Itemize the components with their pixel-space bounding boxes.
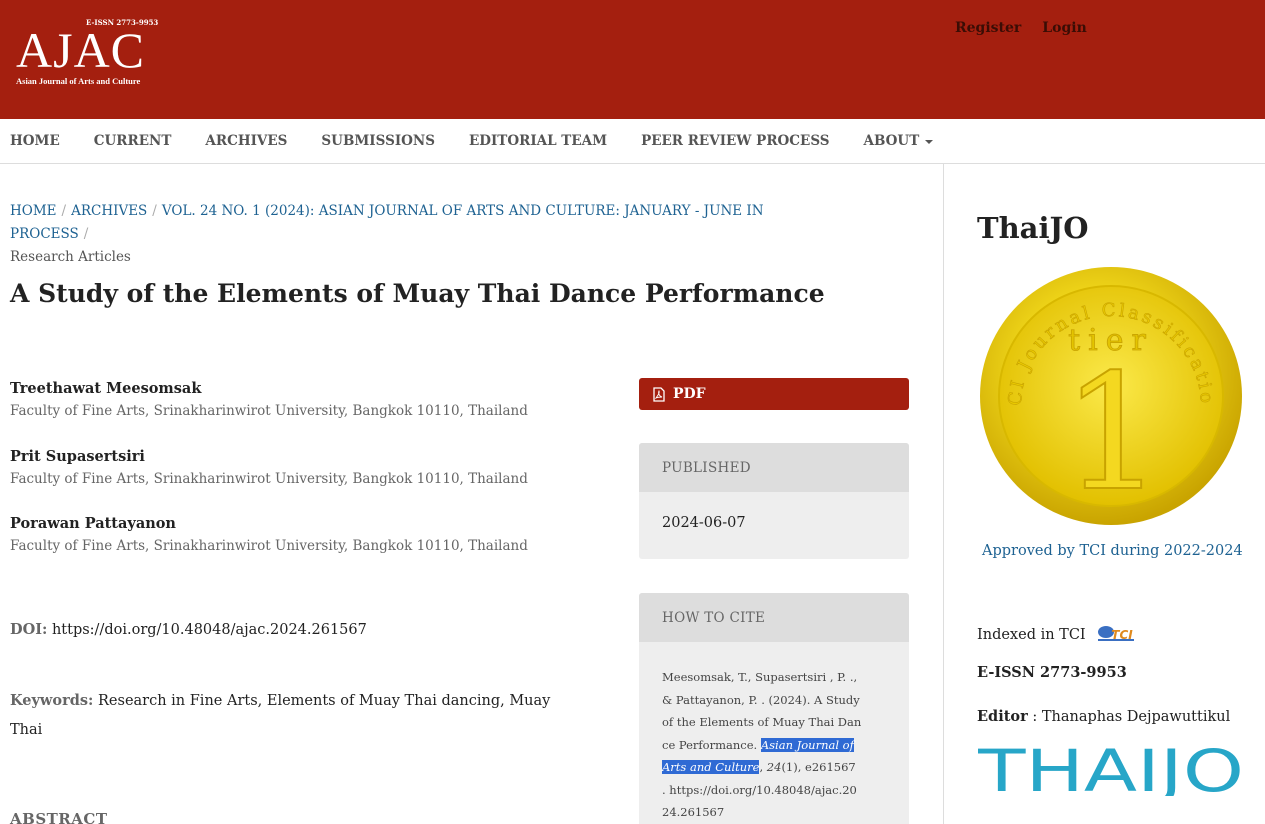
thaijo-logo[interactable]: THAIJO <box>978 744 1246 796</box>
author-name: Prit Supasertsiri <box>10 448 145 465</box>
tci-approved-link[interactable]: Approved by TCI during 2022-2024 <box>982 543 1243 559</box>
sidebar-title: ThaiJO <box>977 211 1089 245</box>
nav-archives[interactable]: ARCHIVES <box>205 133 287 149</box>
editor-separator: : <box>1027 709 1042 725</box>
breadcrumb-separator: / <box>61 203 67 219</box>
tci-logo-text: TCI <box>1111 628 1133 642</box>
author-affiliation: Faculty of Fine Arts, Srinakharinwirot U… <box>10 471 528 487</box>
nav-submissions[interactable]: SUBMISSIONS <box>321 133 435 149</box>
sidebar-divider <box>943 164 944 824</box>
keywords: Keywords: Research in Fine Arts, Element… <box>10 686 570 745</box>
logo-wordmark: AJAC <box>16 22 146 78</box>
ajac-logo[interactable]: E-ISSN 2773-9953 AJAC Asian Journal of A… <box>16 18 158 90</box>
citation-text[interactable]: Meesomsak, T., Supasertsiri , P. ., & Pa… <box>639 642 886 824</box>
nav-editorial-team[interactable]: EDITORIAL TEAM <box>469 133 607 149</box>
pdf-label: PDF <box>673 386 706 402</box>
site-header: E-ISSN 2773-9953 AJAC Asian Journal of A… <box>0 0 1265 119</box>
author-entry: Prit Supasertsiri Faculty of Fine Arts, … <box>10 446 570 490</box>
author-name: Porawan Pattayanon <box>10 515 176 532</box>
breadcrumb-current: Research Articles <box>10 249 131 265</box>
breadcrumb: HOME / ARCHIVES / VOL. 24 NO. 1 (2024): ASIA… <box>10 200 830 269</box>
register-link[interactable]: Register <box>955 20 1021 36</box>
breadcrumb-home[interactable]: HOME <box>10 203 57 219</box>
doi: DOI: https://doi.org/10.48048/ajac.2024.… <box>10 621 367 638</box>
author-affiliation: Faculty of Fine Arts, Srinakharinwirot U… <box>10 538 528 554</box>
chevron-down-icon <box>925 139 934 144</box>
tci-tier-1-medal-icon: TCI Journal Classification tier 1 <box>979 266 1242 526</box>
how-to-cite-heading: HOW TO CITE <box>639 593 909 642</box>
author-entry: Porawan Pattayanon Faculty of Fine Arts,… <box>10 513 570 557</box>
breadcrumb-archives[interactable]: ARCHIVES <box>71 203 147 219</box>
user-nav: Register Login <box>955 20 1087 36</box>
pdf-download-button[interactable]: PDF <box>639 378 909 410</box>
keywords-label: Keywords: <box>10 692 94 709</box>
file-pdf-icon <box>653 386 665 402</box>
tci-logo-icon[interactable]: TCI <box>1094 623 1138 647</box>
nav-peer-review-process[interactable]: PEER REVIEW PROCESS <box>641 133 829 149</box>
editor-label: Editor <box>977 708 1028 725</box>
nav-about-label: ABOUT <box>863 133 920 149</box>
page-title: A Study of the Elements of Muay Thai Dan… <box>10 279 825 308</box>
indexed-in-tci: Indexed in TCI TCI <box>977 623 1138 647</box>
thaijo-logo-text: THAIJO <box>978 744 1244 796</box>
published-date: 2024-06-07 <box>662 515 746 531</box>
nav-about[interactable]: ABOUT <box>864 133 934 149</box>
author-entry: Treethawat Meesomsak Faculty of Fine Art… <box>10 378 570 422</box>
published-panel: PUBLISHED 2024-06-07 <box>639 443 909 559</box>
author-name: Treethawat Meesomsak <box>10 380 202 397</box>
indexed-text: Indexed in TCI <box>977 627 1086 643</box>
citation-volume: 24 <box>766 760 782 774</box>
sidebar-editor: Editor : Thanaphas Dejpawuttikul <box>977 708 1230 725</box>
breadcrumb-separator: / <box>152 203 157 219</box>
how-to-cite-panel: HOW TO CITE Meesomsak, T., Supasertsiri … <box>639 593 909 824</box>
citation-comma: , <box>759 760 767 774</box>
medal-number-text: 1 <box>1062 339 1164 526</box>
editor-name: Thanaphas Dejpawuttikul <box>1041 709 1231 725</box>
nav-current[interactable]: CURRENT <box>94 133 172 149</box>
login-link[interactable]: Login <box>1042 20 1086 36</box>
author-affiliation: Faculty of Fine Arts, Srinakharinwirot U… <box>10 403 528 419</box>
nav-home[interactable]: HOME <box>10 133 60 149</box>
doi-link[interactable]: https://doi.org/10.48048/ajac.2024.26156… <box>52 622 367 638</box>
breadcrumb-separator: / <box>83 226 89 242</box>
abstract-heading: ABSTRACT <box>10 810 108 824</box>
published-heading: PUBLISHED <box>639 443 909 492</box>
primary-nav: HOME CURRENT ARCHIVES SUBMISSIONS EDITOR… <box>0 119 1265 164</box>
logo-subtitle: Asian Journal of Arts and Culture <box>16 76 141 86</box>
doi-label: DOI: <box>10 621 48 638</box>
sidebar-eissn: E-ISSN 2773-9953 <box>977 664 1127 681</box>
